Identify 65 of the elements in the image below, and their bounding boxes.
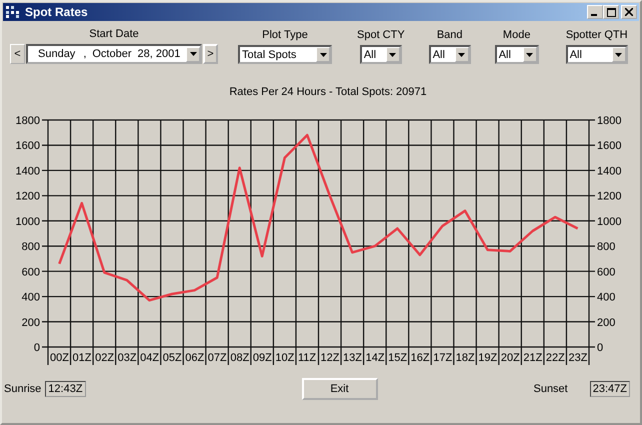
category-label: 23Z (568, 352, 588, 364)
window-title: Spot Rates (25, 5, 89, 19)
field-label: Spot CTY (357, 29, 405, 41)
category-label: 11Z (298, 352, 316, 364)
dropdown[interactable]: Total Spots (238, 45, 332, 64)
category-label: 06Z (185, 352, 204, 364)
dropdown[interactable]: All (428, 45, 471, 64)
tick-label: 0 (597, 342, 604, 354)
tick-label: 800 (22, 241, 40, 254)
tick-label: 1800 (597, 115, 622, 127)
category-label: 15Z (388, 352, 408, 364)
sunrise-time: 12:43Z (45, 381, 86, 397)
previous-day-button[interactable]: < (10, 44, 25, 64)
tick-label: 600 (597, 266, 616, 278)
category-label: 09Z (252, 352, 272, 364)
tick-label: 1800 (16, 115, 40, 127)
category-label: 01Z (72, 352, 92, 364)
tick-label: 0 (34, 342, 40, 354)
date-picker[interactable]: Sunday , October 28, 2001 (26, 44, 202, 64)
category-label: 17Z (433, 352, 452, 364)
tick-label: 1000 (16, 216, 40, 228)
dropdown[interactable]: All (494, 45, 539, 64)
field-label: Band (436, 29, 463, 41)
dropdown[interactable]: All (360, 45, 402, 64)
category-label: 07Z (208, 352, 227, 364)
category-label: 14Z (366, 352, 385, 364)
category-label: 22Z (546, 352, 565, 364)
category-label: 21Z (523, 352, 542, 364)
tick-label: 400 (22, 292, 40, 304)
field-label: Start Date (89, 28, 139, 40)
next-day-button[interactable]: > (203, 44, 218, 64)
exit-button[interactable]: Exit (302, 378, 378, 400)
sunrise-label: Sunrise (4, 383, 42, 395)
category-label: 04Z (140, 352, 160, 364)
tick-label: 800 (597, 241, 616, 254)
tick-label: 600 (22, 266, 40, 278)
tick-label: 1400 (16, 165, 40, 178)
chart-title: Rates Per 24 Hours - Total Spots: 20971 (228, 86, 428, 100)
field-label: Plot Type (262, 29, 308, 41)
category-label: 10Z (275, 352, 294, 364)
tick-label: 200 (597, 316, 616, 329)
tick-label: 1400 (597, 165, 622, 178)
category-label: 13Z (343, 352, 362, 364)
tick-label: 1200 (597, 190, 622, 203)
tick-label: 1200 (16, 190, 40, 203)
sunset-label: Sunset (533, 383, 568, 395)
tick-label: 1000 (597, 216, 622, 228)
category-label: 00Z (50, 352, 69, 364)
tick-label: 1600 (16, 140, 40, 152)
category-label: 16Z (410, 352, 430, 364)
category-label: 18Z (456, 352, 475, 364)
category-label: 08Z (230, 352, 250, 364)
category-label: 05Z (162, 352, 182, 364)
category-label: 20Z (500, 352, 520, 364)
field-label: Mode (502, 29, 530, 41)
tick-label: 200 (22, 316, 40, 329)
category-label: 19Z (478, 352, 498, 364)
tick-label: 400 (597, 292, 616, 304)
category-label: 03Z (118, 352, 137, 364)
category-label: 12Z (320, 352, 340, 364)
category-label: 02Z (95, 352, 114, 364)
dropdown[interactable]: All (566, 45, 628, 64)
sunset-time: 23:47Z (590, 381, 630, 397)
tick-label: 1600 (597, 140, 622, 152)
field-label: Spotter QTH (566, 29, 628, 41)
